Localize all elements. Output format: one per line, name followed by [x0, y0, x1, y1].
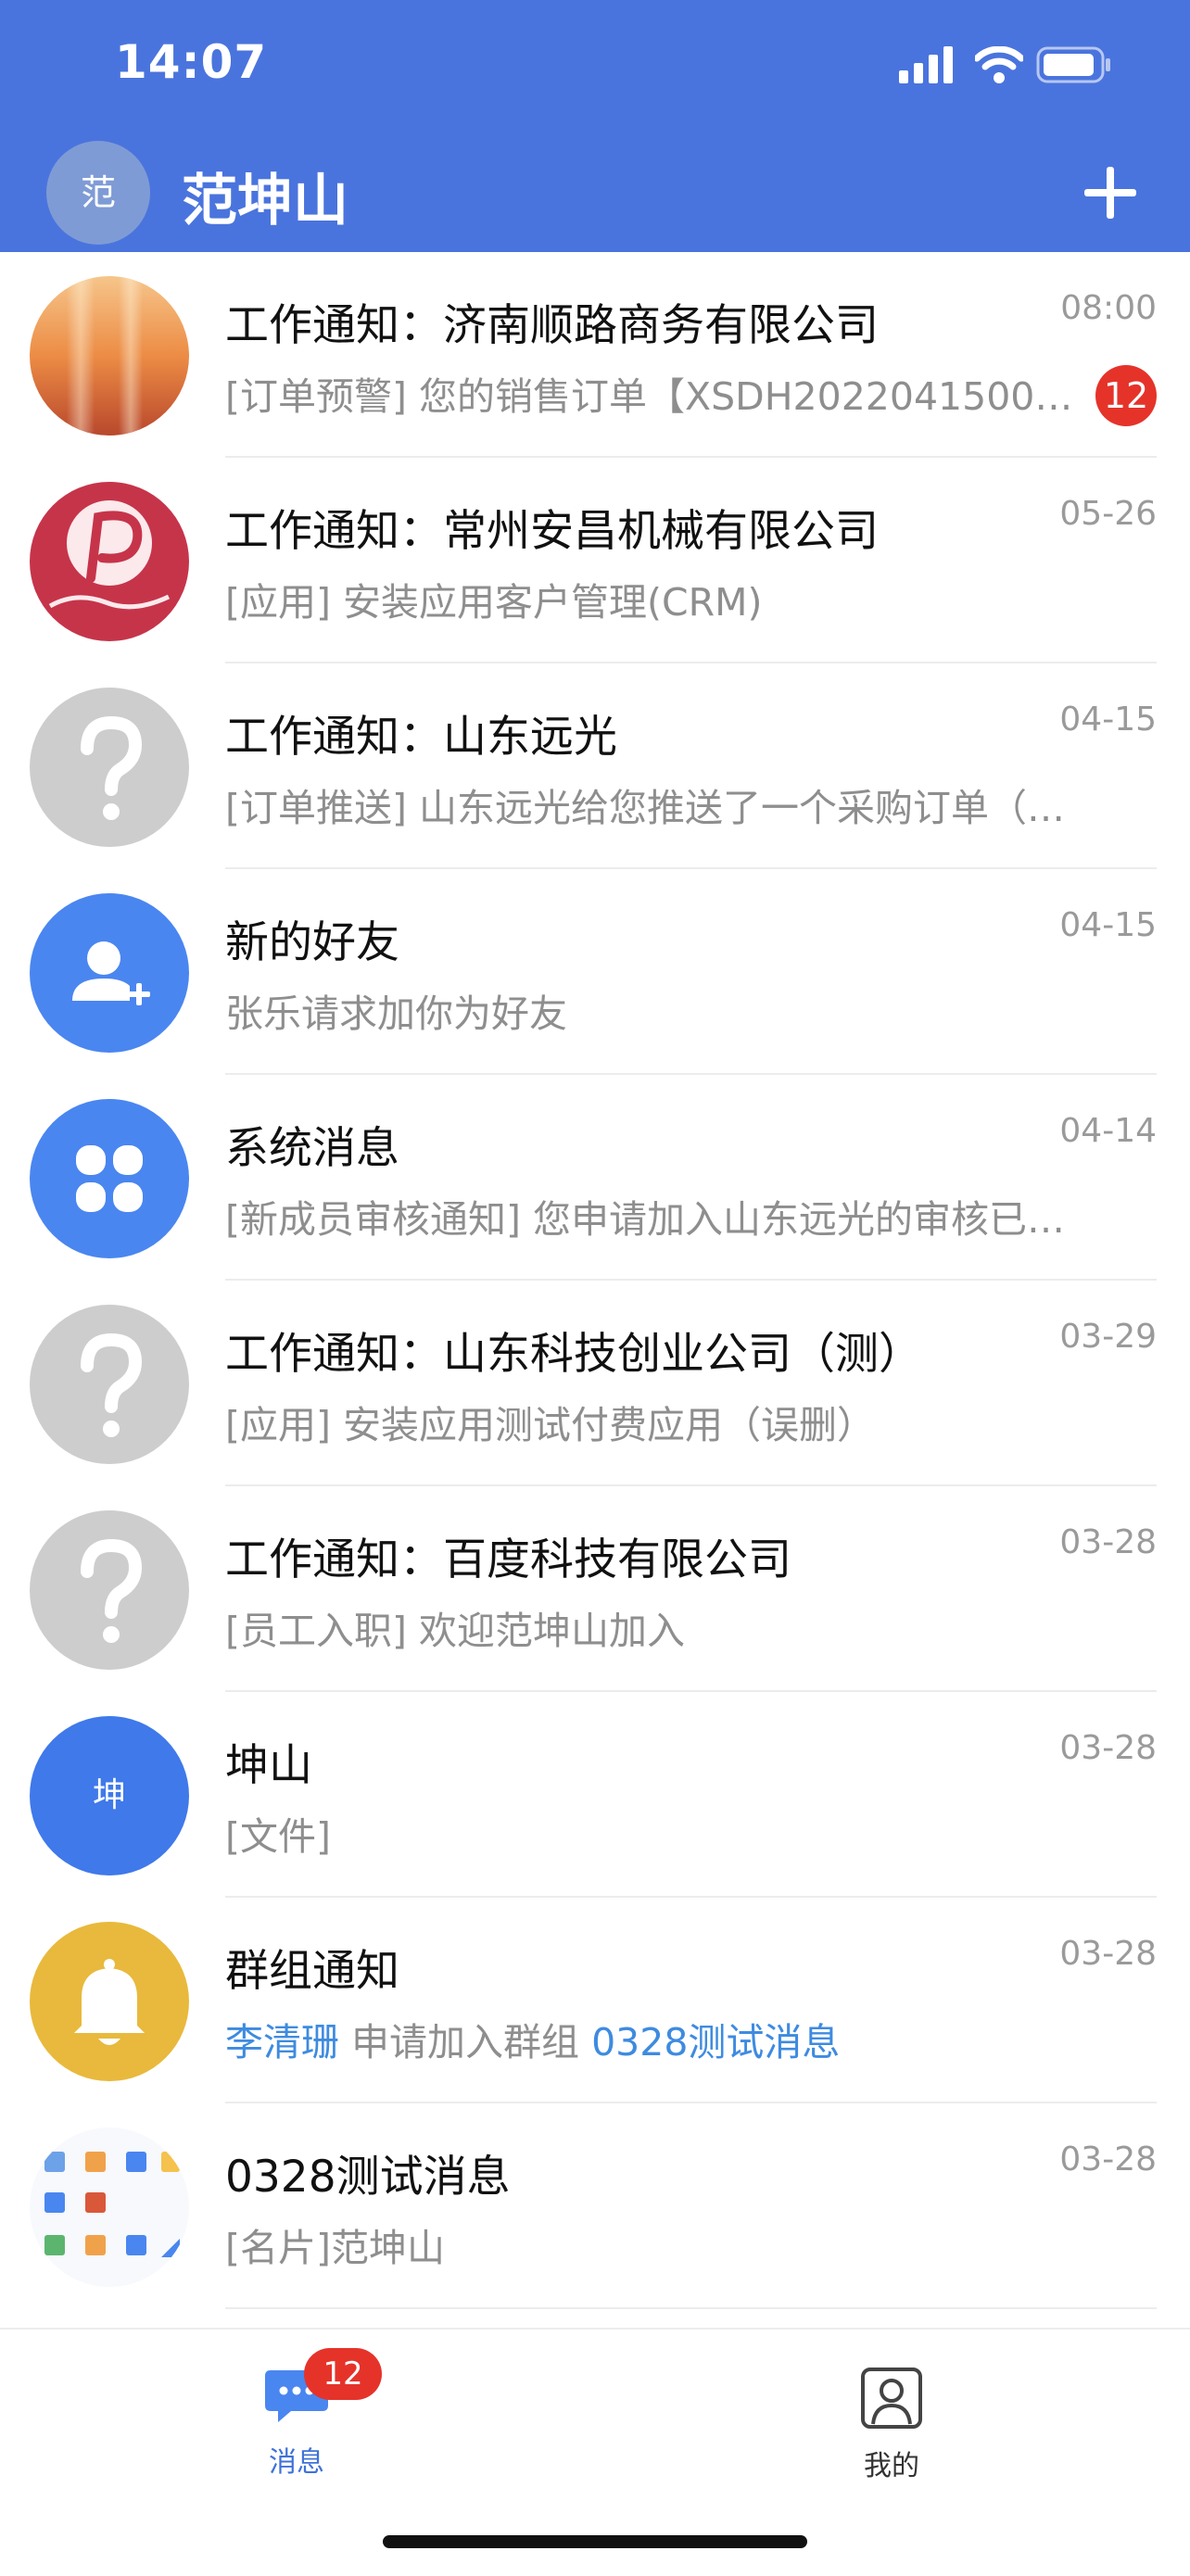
question-mark-avatar: [30, 688, 189, 847]
question-mark-avatar: [30, 1305, 189, 1464]
conversation-time: 04-14: [1059, 1112, 1157, 1150]
conversation-time: 03-28: [1059, 2140, 1157, 2178]
conversation-row[interactable]: 新的好友 04-15 张乐请求加你为好友: [0, 869, 1190, 1075]
app-header: 14:07 范 范坤山: [0, 0, 1190, 252]
pinkjie-logo-avatar: [30, 482, 189, 641]
tab-messages[interactable]: 消息 12: [204, 2348, 389, 2496]
add-friend-icon: [30, 893, 189, 1053]
conversation-preview: [文件]: [225, 1814, 331, 1859]
tab-messages-label: 消息: [269, 2446, 324, 2479]
conversation-title: 0328测试消息: [225, 2152, 511, 2203]
orange-gradient-avatar: [30, 276, 189, 436]
conversation-row[interactable]: 工作通知：百度科技有限公司 03-28 [员工入职] 欢迎范坤山加入: [0, 1486, 1190, 1692]
conversation-title: 工作通知：山东远光: [225, 712, 617, 763]
conversation-row[interactable]: 坤 坤山 03-28 [文件]: [0, 1692, 1190, 1898]
conversation-row[interactable]: 工作通知：济南顺路商务有限公司 08:00 [订单预警] 您的销售订单【XSDH…: [0, 252, 1190, 458]
home-indicator: [383, 2535, 807, 2548]
status-time: 14:07: [115, 35, 268, 89]
avatar-text: 坤: [92, 1776, 126, 1814]
messages-badge: 12: [304, 2348, 382, 2400]
conversation-title: 坤山: [225, 1740, 312, 1791]
tab-mine-label: 我的: [864, 2450, 919, 2482]
conversation-row[interactable]: 群组通知 03-28 李清珊 申请加入群组 0328测试消息: [0, 1898, 1190, 2103]
conversation-time: 03-29: [1059, 1318, 1157, 1356]
conversation-preview: 张乐请求加你为好友: [225, 991, 567, 1036]
conversation-preview: [应用] 安装应用客户管理(CRM): [225, 580, 763, 625]
conversation-title: 系统消息: [225, 1123, 399, 1174]
conversation-time: 03-28: [1059, 1935, 1157, 1973]
conversation-preview: [名片]范坤山: [225, 2226, 445, 2270]
conversation-time: 05-26: [1059, 495, 1157, 533]
clover-icon: [30, 1099, 189, 1258]
conversation-row[interactable]: 系统消息 04-14 [新成员审核通知] 您申请加入山东远光的审核已…: [0, 1075, 1190, 1281]
question-mark-avatar: [30, 1510, 189, 1670]
conversation-preview: [应用] 安装应用测试付费应用（误删）: [225, 1403, 876, 1447]
conversation-preview: [新成员审核通知] 您申请加入山东远光的审核已…: [225, 1197, 1066, 1242]
conversation-preview: 李清珊 申请加入群组 0328测试消息: [225, 2011, 1143, 2066]
conversation-time: 03-28: [1059, 1523, 1157, 1561]
preview-text: 申请加入群组: [339, 2020, 592, 2065]
conversation-title: 工作通知：百度科技有限公司: [225, 1534, 791, 1585]
conversation-preview: [员工入职] 欢迎范坤山加入: [225, 1609, 686, 1653]
conversation-time: 04-15: [1059, 906, 1157, 944]
text-avatar: 坤: [30, 1716, 189, 1875]
conversation-row[interactable]: 工作通知：山东远光 04-15 [订单推送] 山东远光给您推送了一个采购订单（…: [0, 663, 1190, 869]
conversation-title: 新的好友: [225, 917, 399, 968]
conversation-title: 工作通知：山东科技创业公司（测）: [225, 1329, 922, 1380]
conversation-list: 工作通知：济南顺路商务有限公司 08:00 [订单预警] 您的销售订单【XSDH…: [0, 252, 1190, 2309]
conversation-time: 04-15: [1059, 701, 1157, 739]
row-divider: [225, 2307, 1157, 2309]
add-icon[interactable]: [1082, 165, 1138, 221]
group-link[interactable]: 0328测试消息: [591, 2020, 840, 2065]
conversation-title: 工作通知：济南顺路商务有限公司: [225, 300, 879, 351]
battery-icon: [1036, 46, 1110, 83]
conversation-title: 工作通知：常州安昌机械有限公司: [225, 506, 879, 557]
profile-icon: [861, 2368, 922, 2429]
user-avatar[interactable]: 范: [46, 141, 150, 245]
conversation-row[interactable]: 工作通知：山东科技创业公司（测） 03-29 [应用] 安装应用测试付费应用（误…: [0, 1281, 1190, 1486]
page-title: 范坤山: [182, 169, 348, 234]
conversation-preview: [订单预警] 您的销售订单【XSDH20220415001】: [225, 374, 1096, 419]
group-grid-avatar: [30, 2128, 189, 2287]
conversation-time: 08:00: [1060, 289, 1157, 327]
wifi-icon: [975, 46, 1023, 83]
signal-icon: [899, 46, 953, 83]
conversation-time: 03-28: [1059, 1729, 1157, 1767]
bell-icon: [30, 1922, 189, 2081]
conversation-preview: [订单推送] 山东远光给您推送了一个采购订单（…: [225, 786, 1066, 830]
tab-mine[interactable]: 我的: [799, 2348, 984, 2496]
conversation-row[interactable]: 0328测试消息 03-28 [名片]范坤山: [0, 2103, 1190, 2309]
conversation-row[interactable]: 工作通知：常州安昌机械有限公司 05-26 [应用] 安装应用客户管理(CRM): [0, 458, 1190, 663]
requester-link[interactable]: 李清珊: [225, 2020, 339, 2065]
conversation-title: 群组通知: [225, 1946, 399, 1997]
unread-badge: 12: [1095, 365, 1157, 426]
